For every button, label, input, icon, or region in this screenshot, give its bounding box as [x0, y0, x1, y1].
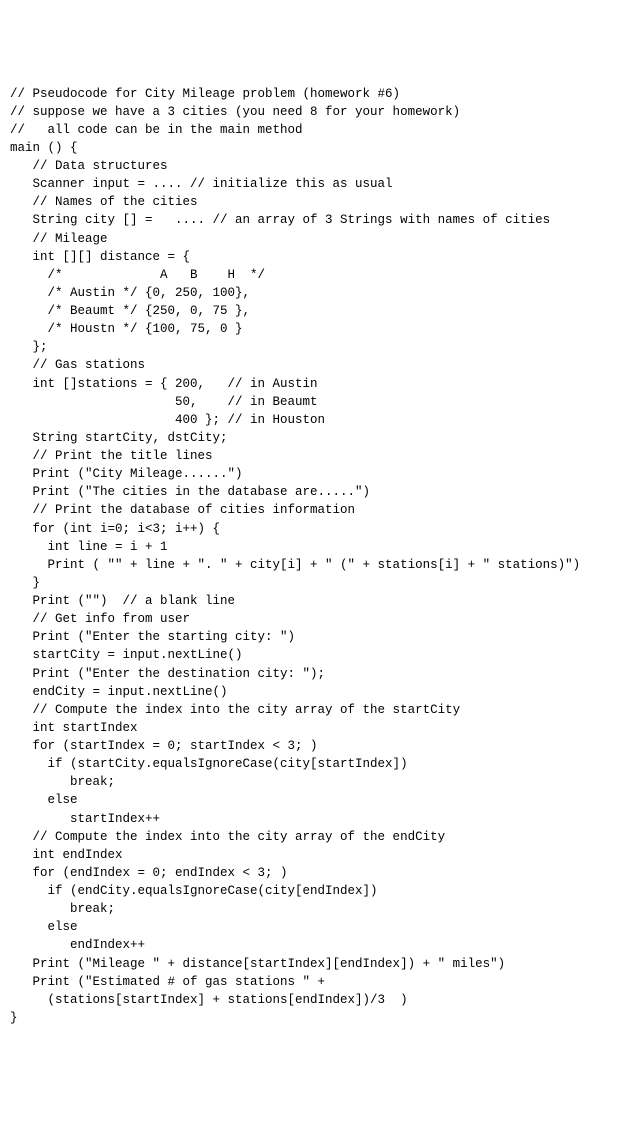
code-line: Print ("") // a blank line [10, 592, 611, 610]
code-line: /* Austin */ {0, 250, 100}, [10, 284, 611, 302]
code-line: Print ("The cities in the database are..… [10, 483, 611, 501]
code-line: for (int i=0; i<3; i++) { [10, 520, 611, 538]
code-line: } [10, 1009, 611, 1027]
code-line: startIndex++ [10, 810, 611, 828]
code-line: String startCity, dstCity; [10, 429, 611, 447]
code-line: Print ( "" + line + ". " + city[i] + " (… [10, 556, 611, 574]
code-line: int startIndex [10, 719, 611, 737]
code-line: } [10, 574, 611, 592]
code-line: // Print the database of cities informat… [10, 501, 611, 519]
code-line: if (startCity.equalsIgnoreCase(city[star… [10, 755, 611, 773]
code-line: /* Houstn */ {100, 75, 0 } [10, 320, 611, 338]
code-line: // Compute the index into the city array… [10, 701, 611, 719]
code-line: endCity = input.nextLine() [10, 683, 611, 701]
code-line: 50, // in Beaumt [10, 393, 611, 411]
code-line: startCity = input.nextLine() [10, 646, 611, 664]
code-line: Print ("Estimated # of gas stations " + [10, 973, 611, 991]
code-line: if (endCity.equalsIgnoreCase(city[endInd… [10, 882, 611, 900]
code-line: for (startIndex = 0; startIndex < 3; ) [10, 737, 611, 755]
code-line: int [][] distance = { [10, 248, 611, 266]
code-line: for (endIndex = 0; endIndex < 3; ) [10, 864, 611, 882]
code-line: Print ("City Mileage......") [10, 465, 611, 483]
code-line: else [10, 918, 611, 936]
code-line: // Print the title lines [10, 447, 611, 465]
code-line: // Mileage [10, 230, 611, 248]
code-line: // all code can be in the main method [10, 121, 611, 139]
code-line: /* Beaumt */ {250, 0, 75 }, [10, 302, 611, 320]
code-line: main () { [10, 139, 611, 157]
code-line: // Get info from user [10, 610, 611, 628]
code-line: Print ("Mileage " + distance[startIndex]… [10, 955, 611, 973]
code-line: Scanner input = .... // initialize this … [10, 175, 611, 193]
code-line: }; [10, 338, 611, 356]
code-line: else [10, 791, 611, 809]
code-line: break; [10, 900, 611, 918]
pseudocode-block: // Pseudocode for City Mileage problem (… [10, 85, 611, 1028]
code-line: Print ("Enter the destination city: "); [10, 665, 611, 683]
code-line: // Data structures [10, 157, 611, 175]
code-line: int []stations = { 200, // in Austin [10, 375, 611, 393]
code-line: // Gas stations [10, 356, 611, 374]
code-line: String city [] = .... // an array of 3 S… [10, 211, 611, 229]
code-line: Print ("Enter the starting city: ") [10, 628, 611, 646]
code-line: // Compute the index into the city array… [10, 828, 611, 846]
code-line: int line = i + 1 [10, 538, 611, 556]
code-line: // Pseudocode for City Mileage problem (… [10, 85, 611, 103]
code-line: endIndex++ [10, 936, 611, 954]
code-line: (stations[startIndex] + stations[endInde… [10, 991, 611, 1009]
code-line: break; [10, 773, 611, 791]
code-line: 400 }; // in Houston [10, 411, 611, 429]
code-line: // suppose we have a 3 cities (you need … [10, 103, 611, 121]
code-line: /* A B H */ [10, 266, 611, 284]
code-line: int endIndex [10, 846, 611, 864]
code-line: // Names of the cities [10, 193, 611, 211]
